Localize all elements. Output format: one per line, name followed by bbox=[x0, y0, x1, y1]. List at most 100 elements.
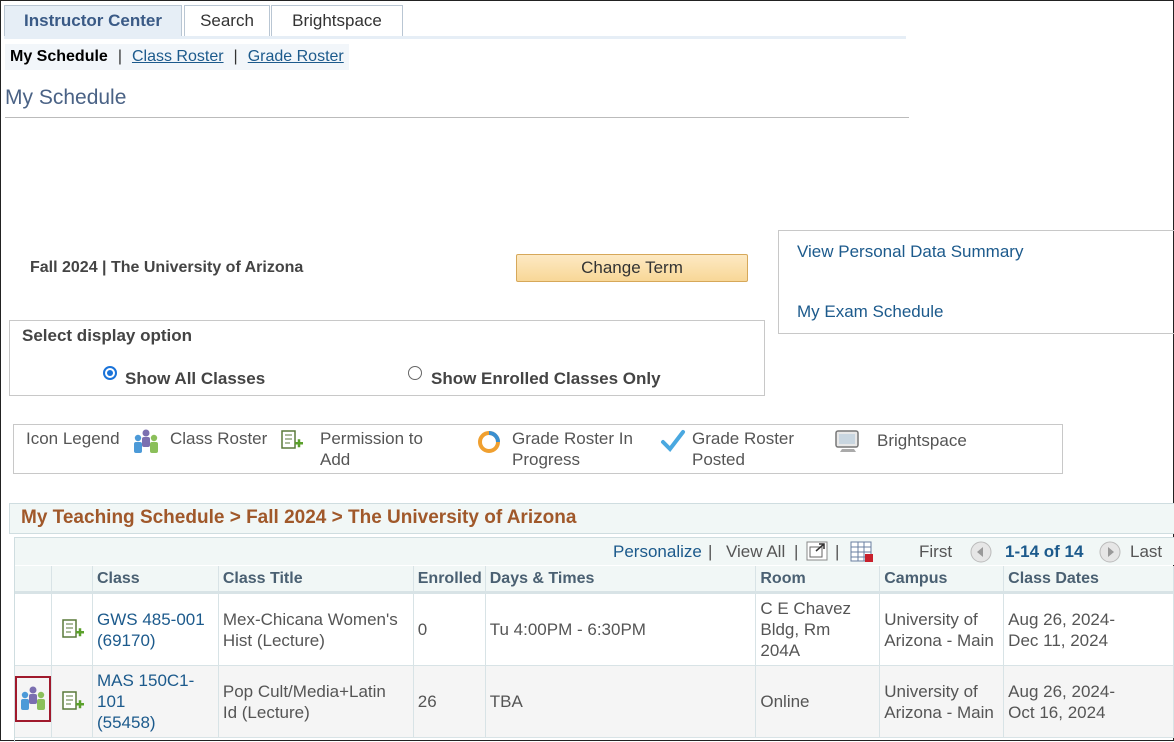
personalize-link[interactable]: Personalize bbox=[613, 538, 702, 565]
tab-brightspace[interactable]: Brightspace bbox=[271, 5, 403, 36]
teaching-schedule-header: My Teaching Schedule > Fall 2024 > The U… bbox=[9, 503, 1174, 534]
class-cell[interactable]: MAS 150C1- 101 (55458) bbox=[92, 665, 219, 738]
grid-navigation-bar: Personalize | View All | | First 1-14 of… bbox=[15, 538, 1174, 565]
class-link[interactable]: 101 bbox=[97, 692, 125, 711]
campus-line: University of bbox=[884, 609, 978, 629]
show-enrolled-classes-radio[interactable] bbox=[408, 366, 422, 380]
subnav-my-schedule: My Schedule bbox=[10, 48, 108, 65]
subnav-separator: | bbox=[117, 48, 122, 65]
download-spreadsheet-icon[interactable] bbox=[850, 541, 874, 563]
legend-grade-posted-label-1: Grade Roster bbox=[692, 429, 795, 448]
days-times-cell: Tu 4:00PM - 6:30PM bbox=[485, 592, 757, 666]
class-cell[interactable]: GWS 485-001 (69170) bbox=[92, 592, 219, 666]
page-title: My Schedule bbox=[5, 86, 127, 109]
nav-separator: | bbox=[835, 542, 840, 561]
last-label[interactable]: Last bbox=[1130, 538, 1162, 565]
show-all-classes-label[interactable]: Show All Classes bbox=[125, 369, 265, 389]
legend-grade-progress-label-1: Grade Roster In bbox=[512, 429, 633, 448]
term-label: Fall 2024 | The University of Arizona bbox=[30, 259, 304, 276]
table-row: GWS 485-001 (69170) Mex-Chicana Women's Hi… bbox=[15, 592, 1174, 666]
change-term-button[interactable]: Change Term bbox=[516, 254, 748, 282]
col-header-room: Room bbox=[755, 566, 881, 594]
tab-instructor-center[interactable]: Instructor Center bbox=[4, 5, 182, 36]
schedule-table: Class Class Title Enrolled Days & Times … bbox=[15, 566, 1174, 738]
next-page-icon[interactable] bbox=[1099, 541, 1121, 563]
subnav-class-roster-link[interactable]: Class Roster bbox=[132, 48, 224, 65]
legend-permission-label-1: Permission to bbox=[320, 429, 423, 448]
class-title-line: Pop Cult/Media+Latin bbox=[222, 681, 386, 701]
grade-roster-in-progress-icon bbox=[478, 431, 500, 453]
permission-to-add-icon[interactable] bbox=[61, 690, 85, 713]
col-header-icon2 bbox=[51, 566, 93, 594]
first-label[interactable]: First bbox=[919, 538, 952, 565]
view-personal-data-summary-link[interactable]: View Personal Data Summary bbox=[797, 242, 1023, 262]
show-enrolled-classes-label[interactable]: Show Enrolled Classes Only bbox=[431, 369, 661, 389]
enrolled-cell: 0 bbox=[413, 592, 486, 666]
roster-icon-cell bbox=[15, 592, 52, 666]
display-option-box: Select display option Show All Classes S… bbox=[9, 320, 765, 396]
table-header-row: Class Class Title Enrolled Days & Times … bbox=[15, 566, 1174, 594]
legend-grade-progress-label-2: Progress bbox=[512, 450, 581, 469]
teaching-schedule-title: My Teaching Schedule > Fall 2024 > The U… bbox=[21, 507, 577, 528]
campus-line: University of bbox=[884, 681, 978, 701]
class-roster-icon bbox=[134, 429, 158, 453]
room-line: 204A bbox=[760, 641, 801, 660]
tab-search[interactable]: Search bbox=[184, 5, 270, 36]
days-times-cell: TBA bbox=[485, 665, 757, 738]
title-divider bbox=[5, 117, 909, 118]
class-roster-icon[interactable] bbox=[19, 686, 47, 712]
campus-cell: University of Arizona - Main bbox=[879, 592, 1005, 666]
tab-underline bbox=[4, 36, 906, 39]
col-header-class: Class bbox=[92, 566, 219, 594]
class-dates-cell: Aug 26, 2024- Dec 11, 2024 bbox=[1003, 592, 1174, 666]
col-header-class-title: Class Title bbox=[218, 566, 414, 594]
side-links-box: View Personal Data Summary My Exam Sched… bbox=[778, 230, 1174, 334]
class-title-line: Id (Lecture) bbox=[222, 702, 310, 722]
col-header-icon1 bbox=[15, 566, 52, 594]
subnav-grade-roster-link[interactable]: Grade Roster bbox=[248, 48, 344, 65]
permission-to-add-icon[interactable] bbox=[61, 618, 85, 641]
room-line: C E Chavez bbox=[760, 599, 852, 618]
dates-line: Dec 11, 2024 bbox=[1008, 630, 1109, 650]
subnav-separator: | bbox=[233, 48, 238, 65]
campus-line: Arizona - Main bbox=[884, 630, 994, 650]
class-title-cell: Mex-Chicana Women's Hist (Lecture) bbox=[218, 592, 414, 666]
class-roster-button[interactable] bbox=[15, 676, 51, 722]
show-all-classes-radio[interactable] bbox=[103, 366, 117, 380]
col-header-days-times: Days & Times bbox=[485, 566, 757, 594]
roster-icon-cell bbox=[15, 665, 52, 738]
col-header-campus: Campus bbox=[879, 566, 1005, 594]
dates-line: Oct 16, 2024 bbox=[1008, 702, 1106, 722]
enrolled-cell: 26 bbox=[413, 665, 486, 738]
col-header-enrolled: Enrolled bbox=[413, 566, 486, 594]
col-header-class-dates: Class Dates bbox=[1003, 566, 1174, 594]
sub-navigation: My Schedule | Class Roster | Grade Roster bbox=[5, 44, 349, 70]
permission-icon-cell bbox=[51, 665, 93, 738]
grade-roster-posted-icon bbox=[661, 430, 685, 453]
room-line: Bldg, Rm bbox=[760, 620, 831, 639]
my-exam-schedule-link[interactable]: My Exam Schedule bbox=[797, 302, 943, 322]
legend-title: Icon Legend bbox=[26, 429, 120, 448]
class-title-line: Mex-Chicana Women's bbox=[222, 609, 398, 629]
view-all-link[interactable]: View All bbox=[726, 538, 785, 565]
nav-separator: | bbox=[794, 542, 799, 561]
icon-legend: Icon Legend Class Roster Permission to A… bbox=[13, 424, 1063, 474]
room-cell: Online bbox=[755, 665, 881, 738]
zoom-icon[interactable] bbox=[806, 541, 828, 561]
brightspace-icon bbox=[835, 430, 859, 452]
campus-cell: University of Arizona - Main bbox=[879, 665, 1005, 738]
nav-separator: | bbox=[708, 542, 713, 561]
campus-line: Arizona - Main bbox=[884, 702, 994, 722]
class-number[interactable]: (55458) bbox=[97, 713, 156, 732]
permission-to-add-icon bbox=[281, 430, 303, 449]
display-option-label: Select display option bbox=[22, 326, 193, 345]
row-range: 1-14 of 14 bbox=[1005, 542, 1084, 561]
previous-page-icon[interactable] bbox=[970, 541, 992, 563]
dates-line: Aug 26, 2024- bbox=[1008, 681, 1115, 701]
room-cell: C E Chavez Bldg, Rm 204A bbox=[755, 592, 881, 666]
dates-line: Aug 26, 2024- bbox=[1008, 609, 1115, 629]
legend-permission-label-2: Add bbox=[320, 450, 351, 469]
class-number[interactable]: (69170) bbox=[97, 631, 156, 650]
class-link[interactable]: GWS 485-001 bbox=[97, 610, 205, 629]
class-link[interactable]: MAS 150C1- bbox=[97, 671, 194, 690]
